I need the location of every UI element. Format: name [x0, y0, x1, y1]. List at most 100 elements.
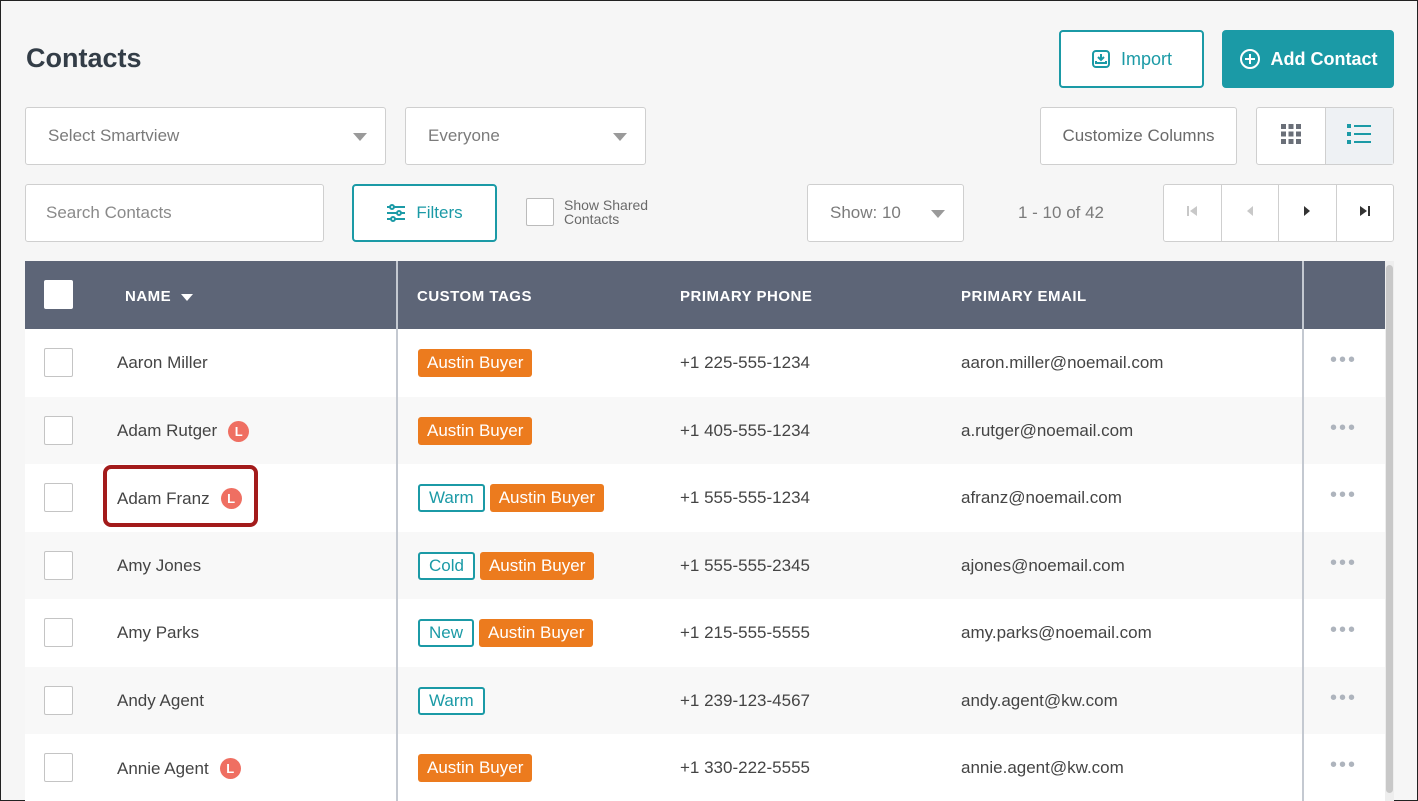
list-view-button[interactable]: [1324, 108, 1393, 164]
column-name-label: NAME: [125, 288, 172, 305]
highlight-box: [103, 465, 258, 527]
last-page-button[interactable]: [1335, 185, 1394, 241]
sort-down-icon: [181, 293, 194, 301]
list-icon: [1346, 122, 1372, 151]
contact-name-text: Adam Rutger: [117, 421, 218, 440]
primary-email: afranz@noemail.com: [961, 488, 1122, 507]
tag-badge: Warm: [418, 686, 485, 715]
contact-name[interactable]: Amy Jones: [117, 556, 201, 576]
primary-phone: +1 239-123-4567: [680, 690, 810, 710]
scrollbar-thumb[interactable]: [1386, 265, 1393, 793]
row-checkbox[interactable]: [44, 753, 73, 782]
tag-badge: Austin Buyer: [418, 754, 533, 782]
table-scrollbar[interactable]: [1385, 261, 1394, 801]
import-button[interactable]: Import: [1059, 30, 1204, 88]
column-header-name[interactable]: NAME: [125, 288, 194, 305]
custom-tags: Warm Austin Buyer: [418, 484, 609, 512]
view-toggle: [1256, 107, 1394, 165]
prev-page-button[interactable]: [1220, 185, 1279, 241]
tag-badge: Austin Buyer: [489, 484, 605, 512]
primary-phone: +1 555-555-1234: [680, 488, 810, 507]
table-row[interactable]: Amy Parks New Austin Buyer +1 215-555-5555 a…: [25, 599, 1394, 666]
row-checkbox[interactable]: [44, 348, 73, 377]
add-contact-button[interactable]: Add Contact: [1222, 30, 1394, 88]
search-input[interactable]: [25, 184, 324, 242]
primary-phone: +1 555-555-2345: [680, 555, 810, 575]
first-page-button[interactable]: [1164, 185, 1221, 241]
contact-name[interactable]: Amy Parks: [117, 623, 199, 643]
primary-email: a.rutger@noemail.com: [961, 420, 1134, 440]
contact-name-text: Amy Jones: [117, 555, 202, 575]
row-actions-menu[interactable]: •••: [1330, 484, 1357, 507]
table-header: NAME CUSTOM TAGS PRIMARY PHONE PRIMARY E…: [25, 261, 1394, 329]
table-row[interactable]: Aaron Miller Austin Buyer +1 225-555-1234 a…: [25, 329, 1394, 396]
first-page-icon: [1186, 204, 1198, 222]
row-actions-menu[interactable]: •••: [1330, 754, 1357, 777]
row-actions-menu[interactable]: •••: [1330, 349, 1357, 372]
primary-email: annie.agent@kw.com: [961, 758, 1124, 777]
primary-phone: +1 330-222-5555: [680, 758, 810, 777]
primary-phone: +1 215-555-5555: [680, 623, 810, 642]
table-row[interactable]: Annie Agent L Austin Buyer +1 330-222-5555 a…: [25, 734, 1394, 801]
row-actions-menu[interactable]: •••: [1330, 687, 1357, 710]
customize-columns-button[interactable]: Customize Columns: [1040, 107, 1237, 165]
column-header-custom-tags: CUSTOM TAGS: [417, 288, 532, 305]
owner-select[interactable]: Everyone: [405, 107, 646, 165]
tag-badge: Warm: [418, 484, 485, 512]
show-shared-label: Show Shared Contacts: [564, 197, 649, 227]
chevron-down-icon: [613, 133, 627, 141]
row-checkbox[interactable]: [44, 685, 73, 715]
column-divider: [1302, 261, 1304, 801]
tag-badge: Austin Buyer: [418, 416, 533, 445]
select-all-checkbox[interactable]: [44, 280, 73, 309]
show-shared-checkbox[interactable]: [526, 198, 554, 226]
grid-icon: [1279, 122, 1303, 151]
filters-button[interactable]: Filters: [352, 184, 497, 242]
lead-badge: L: [228, 420, 250, 442]
contact-name-text: Andy Agent: [117, 690, 204, 710]
contact-name-text: Annie Agent: [117, 758, 209, 778]
row-checkbox[interactable]: [44, 483, 73, 512]
custom-tags: Cold Austin Buyer: [418, 551, 599, 580]
smartview-select[interactable]: Select Smartview: [25, 107, 386, 165]
contact-name-text: Amy Parks: [117, 623, 200, 642]
custom-tags: New Austin Buyer: [418, 619, 598, 647]
tag-badge: New: [418, 619, 475, 647]
column-divider: [396, 261, 398, 801]
next-page-button[interactable]: [1278, 185, 1336, 241]
tag-badge: Austin Buyer: [479, 551, 595, 580]
row-actions-menu[interactable]: •••: [1330, 552, 1357, 575]
row-actions-menu[interactable]: •••: [1330, 619, 1357, 642]
next-page-icon: [1302, 204, 1312, 222]
primary-email: aaron.miller@noemail.com: [961, 353, 1164, 372]
row-actions-menu[interactable]: •••: [1330, 417, 1357, 440]
tag-badge: Cold: [418, 551, 475, 580]
custom-tags: Austin Buyer: [418, 349, 537, 377]
sliders-icon: [386, 204, 406, 222]
table-row[interactable]: Amy Jones Cold Austin Buyer +1 555-555-2345…: [25, 531, 1394, 599]
pagination-controls: [1163, 184, 1394, 242]
contact-name[interactable]: Annie Agent L: [117, 758, 241, 779]
grid-view-button[interactable]: [1257, 108, 1325, 164]
table-row[interactable]: Andy Agent Warm +1 239-123-4567 andy.agent@…: [25, 666, 1394, 734]
contact-name-text: Aaron Miller: [117, 353, 208, 372]
owner-select-value: Everyone: [428, 126, 500, 145]
custom-tags: Austin Buyer: [418, 754, 537, 782]
import-label: Import: [1120, 48, 1172, 69]
row-checkbox[interactable]: [44, 550, 73, 580]
primary-email: ajones@noemail.com: [961, 555, 1125, 575]
page-size-select[interactable]: Show: 10: [807, 184, 964, 242]
tag-badge: Austin Buyer: [479, 619, 594, 647]
page-title: Contacts: [26, 43, 142, 73]
custom-tags: Warm: [418, 686, 490, 715]
column-header-primary-phone: PRIMARY PHONE: [680, 288, 813, 305]
contacts-table: NAME CUSTOM TAGS PRIMARY PHONE PRIMARY E…: [25, 261, 1394, 801]
row-checkbox[interactable]: [44, 618, 73, 647]
column-header-primary-email: PRIMARY EMAIL: [961, 288, 1087, 305]
primary-phone: +1 225-555-1234: [680, 353, 810, 372]
table-row[interactable]: Adam Rutger L Austin Buyer +1 405-555-1234 a…: [25, 396, 1394, 464]
contact-name[interactable]: Aaron Miller: [117, 353, 208, 373]
contact-name[interactable]: Adam Rutger L: [117, 420, 250, 442]
contact-name[interactable]: Andy Agent: [117, 691, 204, 711]
row-checkbox[interactable]: [44, 415, 73, 445]
